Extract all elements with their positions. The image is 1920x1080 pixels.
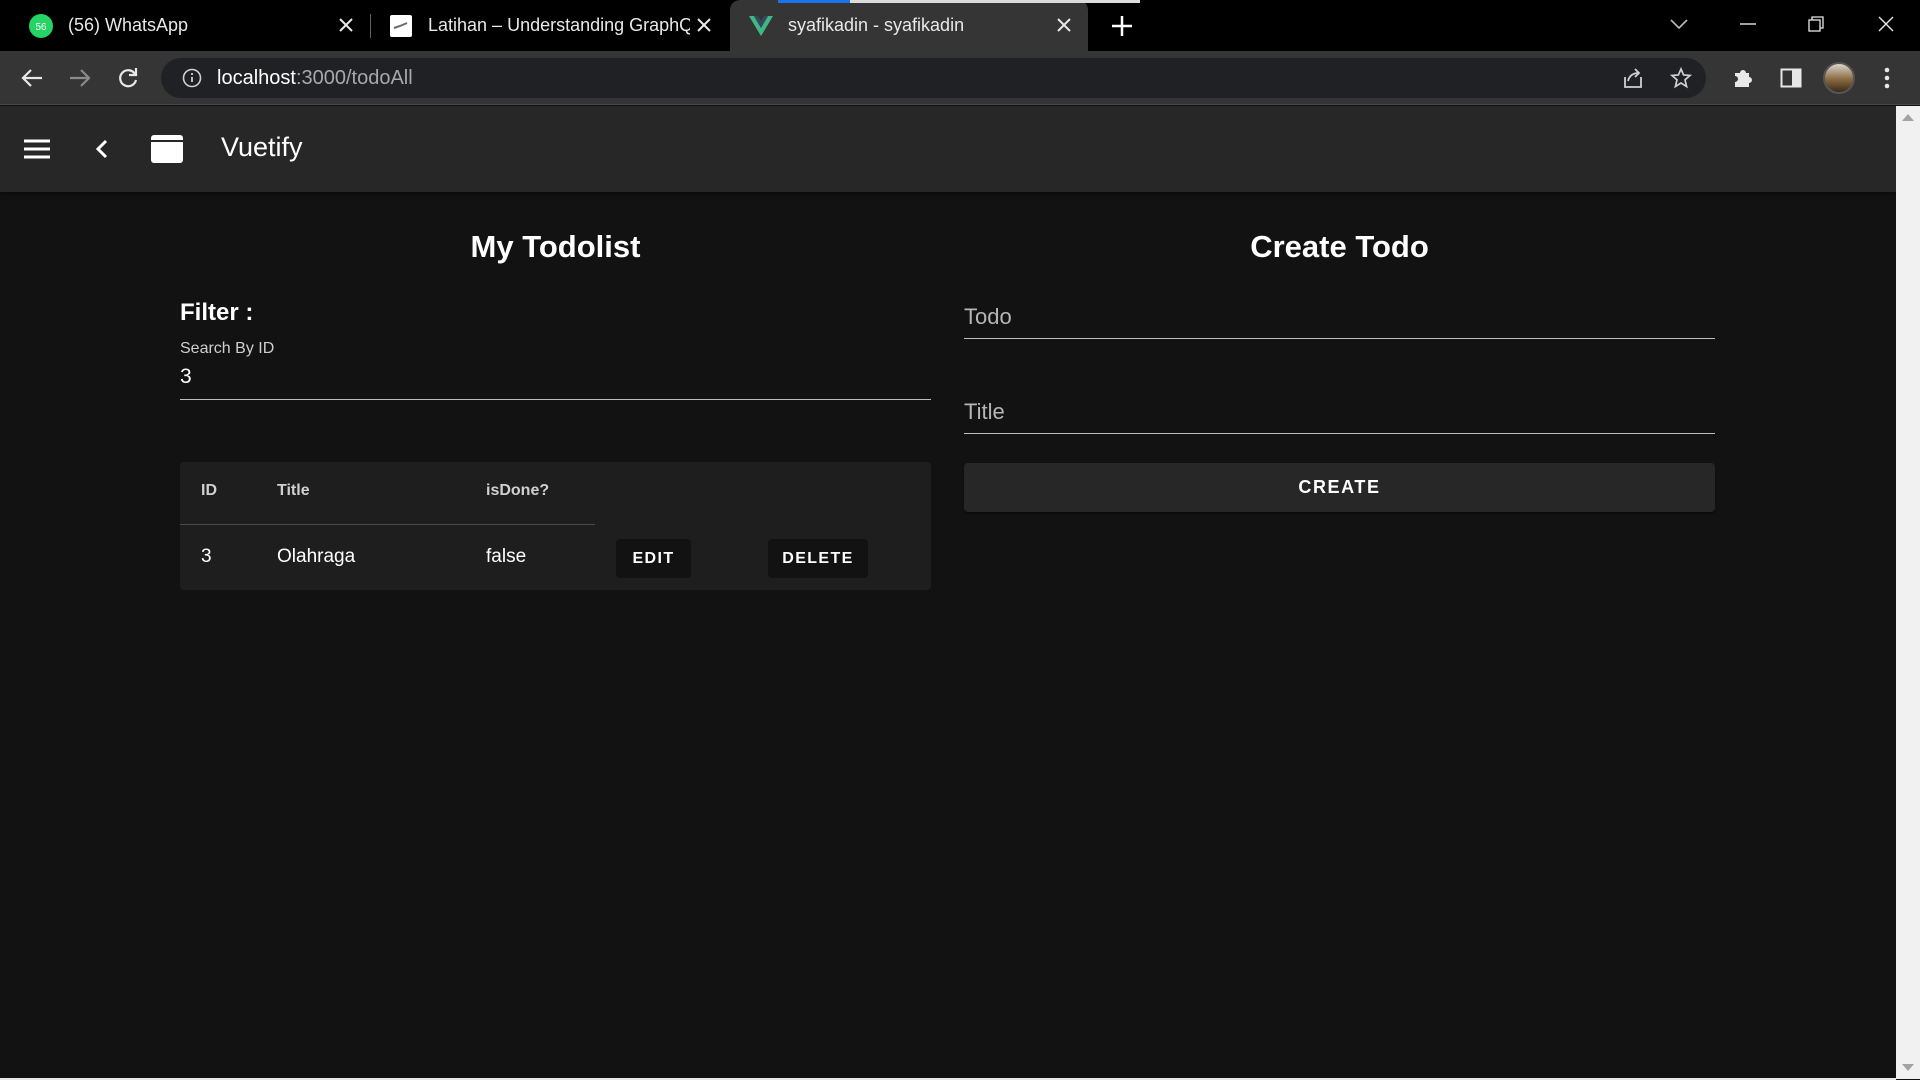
restore-icon[interactable] — [1798, 8, 1834, 40]
close-tab-icon[interactable] — [1052, 13, 1076, 37]
browser-menu-icon[interactable] — [1871, 62, 1903, 94]
title-input-label: Title — [964, 399, 1005, 424]
share-icon[interactable] — [1617, 62, 1649, 94]
close-window-icon[interactable] — [1868, 8, 1904, 40]
cell-isdone: false — [486, 546, 527, 567]
url-host: localhost — [217, 66, 296, 89]
todo-input-label: Todo — [964, 304, 1012, 329]
todo-input[interactable]: Todo — [964, 296, 1715, 339]
bookmark-star-icon[interactable] — [1665, 62, 1697, 94]
tab-whatsapp[interactable]: 56 (56) WhatsApp — [0, 0, 370, 51]
delete-button[interactable]: DELETE — [768, 539, 868, 578]
chevron-left-icon[interactable] — [84, 131, 120, 167]
new-tab-plus-icon[interactable] — [1108, 12, 1136, 40]
tab-title: syafikadin - syafikadin — [788, 15, 965, 35]
back-arrow-icon[interactable] — [16, 62, 48, 94]
scroll-down-arrow-icon[interactable] — [1902, 1064, 1914, 1071]
cell-title: Olahraga — [277, 546, 356, 567]
svg-text:56: 56 — [35, 22, 47, 33]
tab-title: Latihan – Understanding GraphQL — [428, 15, 690, 35]
tab-strip: 56 (56) WhatsApp Latihan – Understanding… — [0, 0, 1920, 51]
tab-syafikadin[interactable]: syafikadin - syafikadin — [730, 0, 1088, 51]
app-title: Vuetify — [221, 132, 303, 162]
profile-avatar[interactable] — [1823, 62, 1855, 94]
page-loading-bar — [778, 0, 1140, 3]
title-input[interactable]: Title — [964, 391, 1715, 434]
forward-arrow-icon[interactable] — [64, 62, 96, 94]
column-header-title[interactable]: Title — [277, 482, 310, 500]
search-by-id-label: Search By ID — [180, 340, 275, 357]
filter-label: Filter : — [180, 299, 254, 326]
column-header-isdone[interactable]: isDone? — [486, 482, 549, 500]
close-tab-icon[interactable] — [334, 13, 358, 37]
vue-logo-icon — [748, 13, 774, 39]
search-by-id-value[interactable]: 3 — [180, 365, 192, 389]
address-bar[interactable]: localhost:3000/todoAll — [161, 58, 1706, 98]
close-tab-icon[interactable] — [692, 13, 716, 37]
whatsapp-icon: 56 — [28, 13, 54, 39]
create-todo-heading: Create Todo — [1250, 229, 1429, 264]
search-by-id-field[interactable]: Search By ID 3 — [180, 338, 931, 400]
scroll-up-arrow-icon[interactable] — [1902, 114, 1914, 121]
column-header-id[interactable]: ID — [201, 482, 217, 500]
header-divider — [180, 524, 595, 525]
web-window-icon[interactable] — [149, 131, 185, 167]
side-panel-icon[interactable] — [1775, 62, 1807, 94]
page-scrollbar[interactable] — [1896, 106, 1920, 1079]
cell-id: 3 — [201, 546, 212, 567]
document-icon — [388, 13, 414, 39]
tab-graphql[interactable]: Latihan – Understanding GraphQL — [370, 0, 728, 51]
app-bar: Vuetify — [0, 106, 1896, 192]
todo-table: ID Title isDone? 3 Olahraga false EDIT D… — [180, 462, 931, 590]
reload-icon[interactable] — [112, 62, 144, 94]
edit-button[interactable]: EDIT — [616, 539, 691, 578]
todolist-heading: My Todolist — [470, 229, 641, 264]
hamburger-menu-icon[interactable] — [19, 131, 55, 167]
site-info-icon[interactable] — [181, 67, 203, 89]
browser-toolbar: localhost:3000/todoAll — [0, 51, 1920, 105]
create-button[interactable]: CREATE — [964, 463, 1715, 512]
tab-title: (56) WhatsApp — [68, 15, 189, 35]
url-path: :3000/todoAll — [295, 66, 413, 89]
extensions-puzzle-icon[interactable] — [1727, 62, 1759, 94]
minimize-icon[interactable] — [1730, 8, 1766, 40]
tab-search-chevron-icon[interactable] — [1661, 8, 1697, 40]
